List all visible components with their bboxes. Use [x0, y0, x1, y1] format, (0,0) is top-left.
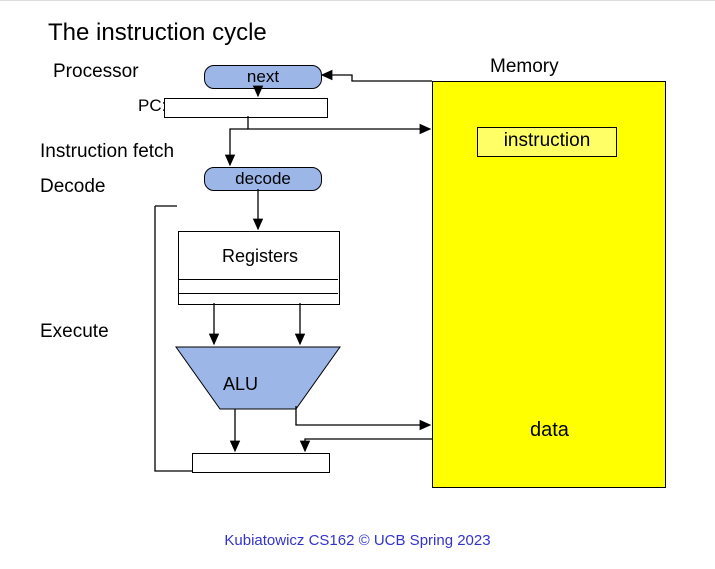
- alu-label: ALU: [223, 374, 258, 395]
- alu-output-register: [192, 453, 330, 473]
- diagram-stage: The instruction cycle Processor Memory I…: [0, 0, 715, 569]
- diagram-svg: [0, 1, 715, 569]
- footer-credit: Kubiatowicz CS162 © UCB Spring 2023: [0, 532, 715, 549]
